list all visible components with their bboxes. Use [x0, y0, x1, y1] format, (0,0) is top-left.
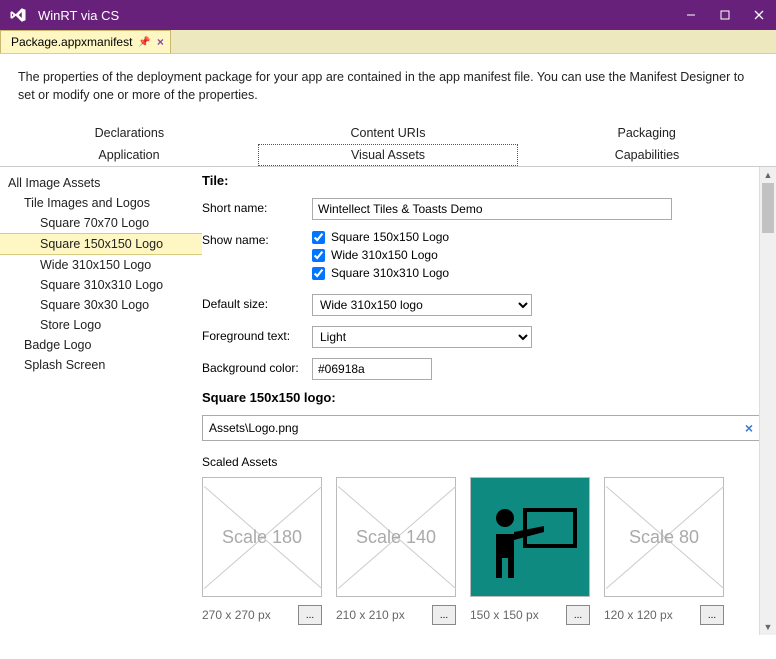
sidebar-item-sq30[interactable]: Square 30x30 Logo	[0, 295, 202, 315]
asset-dim-140: 210 x 210 px	[336, 608, 405, 622]
clear-path-icon[interactable]: ×	[745, 420, 753, 436]
scroll-thumb[interactable]	[762, 183, 774, 233]
default-size-label: Default size:	[202, 294, 312, 311]
asset-thumb-100[interactable]	[470, 477, 590, 597]
tab-visual-assets[interactable]: Visual Assets	[258, 144, 518, 166]
showname-wide310-label: Wide 310x150 Logo	[331, 248, 438, 262]
browse-button-140[interactable]: ...	[432, 605, 456, 625]
showname-sq310-checkbox[interactable]	[312, 267, 325, 280]
vs-logo-icon	[8, 5, 28, 25]
logo-path-text: Assets\Logo.png	[209, 421, 745, 435]
scaled-assets-row: Scale 180 270 x 270 px... Scale 140 210 …	[202, 477, 760, 625]
document-tab-label: Package.appxmanifest	[11, 35, 132, 49]
sidebar-item-sq150[interactable]: Square 150x150 Logo	[0, 233, 202, 255]
tab-declarations[interactable]: Declarations	[0, 122, 259, 144]
short-name-label: Short name:	[202, 198, 312, 215]
asset-thumb-80[interactable]: Scale 80	[604, 477, 724, 597]
default-size-select[interactable]: Wide 310x150 logo	[312, 294, 532, 316]
showname-wide310-checkbox[interactable]	[312, 249, 325, 262]
asset-scale-100: 150 x 150 px...	[470, 477, 590, 625]
sidebar-item-tile-logos[interactable]: Tile Images and Logos	[0, 193, 202, 213]
document-tab-bar: Package.appxmanifest 📌 ×	[0, 30, 776, 54]
close-button[interactable]	[742, 0, 776, 30]
scroll-up-icon[interactable]: ▲	[760, 167, 776, 183]
scaled-assets-label: Scaled Assets	[202, 455, 760, 469]
tile-heading: Tile:	[202, 173, 760, 188]
manifest-tabs: Declarations Content URIs Packaging Appl…	[0, 122, 776, 166]
asset-thumb-180[interactable]: Scale 180	[202, 477, 322, 597]
sidebar-item-splash[interactable]: Splash Screen	[0, 355, 202, 375]
short-name-input[interactable]	[312, 198, 672, 220]
tile-form: Tile: Short name: Show name: Square 150x…	[202, 167, 776, 635]
tab-close-icon[interactable]: ×	[157, 35, 164, 49]
asset-dim-80: 120 x 120 px	[604, 608, 673, 622]
asset-dim-180: 270 x 270 px	[202, 608, 271, 622]
sidebar-item-sq70[interactable]: Square 70x70 Logo	[0, 213, 202, 233]
foreground-select[interactable]: Light	[312, 326, 532, 348]
pin-icon[interactable]: 📌	[138, 37, 150, 48]
sidebar-item-sq310[interactable]: Square 310x310 Logo	[0, 275, 202, 295]
asset-dim-100: 150 x 150 px	[470, 608, 539, 622]
sidebar-item-wide310[interactable]: Wide 310x150 Logo	[0, 255, 202, 275]
sidebar-item-store[interactable]: Store Logo	[0, 315, 202, 335]
sidebar-item-all[interactable]: All Image Assets	[0, 173, 202, 193]
maximize-button[interactable]	[708, 0, 742, 30]
show-name-label: Show name:	[202, 230, 312, 247]
browse-button-180[interactable]: ...	[298, 605, 322, 625]
bgcolor-input[interactable]	[312, 358, 432, 380]
asset-tree: All Image Assets Tile Images and Logos S…	[0, 167, 202, 635]
showname-sq150-label: Square 150x150 Logo	[331, 230, 449, 244]
logo-path-field[interactable]: Assets\Logo.png ×	[202, 415, 760, 441]
browse-button-80[interactable]: ...	[700, 605, 724, 625]
showname-sq150-checkbox[interactable]	[312, 231, 325, 244]
window-title: WinRT via CS	[38, 8, 674, 23]
vertical-scrollbar[interactable]: ▲ ▼	[759, 167, 776, 635]
logo-preview-icon	[471, 478, 589, 596]
tab-packaging[interactable]: Packaging	[517, 122, 776, 144]
asset-thumb-140[interactable]: Scale 140	[336, 477, 456, 597]
tab-content-uris[interactable]: Content URIs	[259, 122, 518, 144]
logo-heading: Square 150x150 logo:	[202, 390, 760, 405]
showname-sq310-label: Square 310x310 Logo	[331, 266, 449, 280]
browse-button-100[interactable]: ...	[566, 605, 590, 625]
tab-application[interactable]: Application	[0, 144, 258, 166]
scroll-down-icon[interactable]: ▼	[760, 619, 776, 635]
content-area: All Image Assets Tile Images and Logos S…	[0, 166, 776, 635]
asset-scale-180: Scale 180 270 x 270 px...	[202, 477, 322, 625]
document-tab[interactable]: Package.appxmanifest 📌 ×	[0, 30, 171, 53]
manifest-info-text: The properties of the deployment package…	[0, 54, 776, 122]
minimize-button[interactable]	[674, 0, 708, 30]
foreground-label: Foreground text:	[202, 326, 312, 343]
sidebar-item-badge[interactable]: Badge Logo	[0, 335, 202, 355]
asset-scale-80: Scale 80 120 x 120 px...	[604, 477, 724, 625]
asset-scale-140: Scale 140 210 x 210 px...	[336, 477, 456, 625]
window-titlebar: WinRT via CS	[0, 0, 776, 30]
tab-capabilities[interactable]: Capabilities	[518, 144, 776, 166]
bgcolor-label: Background color:	[202, 358, 312, 375]
